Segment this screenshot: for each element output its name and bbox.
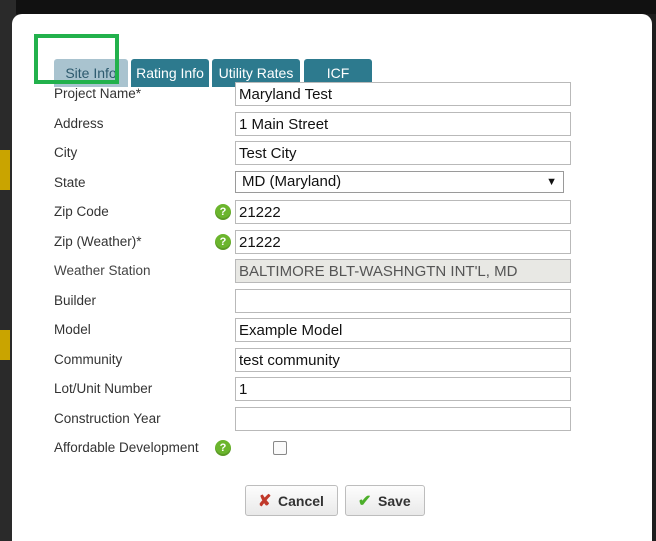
- project-name-row: Project Name*: [12, 82, 652, 106]
- zip-code-row: Zip Code ?: [12, 200, 652, 224]
- zip-code-input[interactable]: [235, 200, 571, 224]
- community-input[interactable]: [235, 348, 571, 372]
- state-select-value: MD (Maryland): [242, 173, 342, 190]
- project-name-input[interactable]: [235, 82, 571, 106]
- state-label: State: [54, 175, 86, 190]
- city-row: City: [12, 141, 652, 165]
- model-label: Model: [54, 322, 91, 337]
- state-row: State MD (Maryland) ▼: [12, 171, 652, 195]
- model-row: Model: [12, 318, 652, 342]
- cancel-button-label: Cancel: [278, 493, 324, 509]
- save-button-label: Save: [378, 493, 411, 509]
- community-row: Community: [12, 348, 652, 372]
- zip-code-label: Zip Code: [54, 204, 109, 219]
- builder-row: Builder: [12, 289, 652, 313]
- state-select[interactable]: MD (Maryland) ▼: [235, 171, 564, 193]
- weather-station-row: Weather Station: [12, 259, 652, 283]
- construction-year-input[interactable]: [235, 407, 571, 431]
- affordable-row: Affordable Development ?: [12, 436, 652, 460]
- address-input[interactable]: [235, 112, 571, 136]
- construction-year-label: Construction Year: [54, 411, 161, 426]
- save-button[interactable]: ✔ Save: [345, 485, 425, 516]
- background-accent: [0, 330, 10, 360]
- affordable-checkbox[interactable]: [273, 441, 287, 455]
- help-icon[interactable]: ?: [215, 440, 231, 456]
- builder-input[interactable]: [235, 289, 571, 313]
- weather-station-field: [235, 259, 571, 283]
- background-top: [0, 0, 656, 14]
- weather-station-label: Weather Station: [54, 263, 151, 278]
- construction-year-row: Construction Year: [12, 407, 652, 431]
- site-info-dialog: Site Info Rating Info Utility Rates ICF …: [12, 14, 652, 541]
- affordable-label: Affordable Development: [54, 440, 199, 455]
- help-icon[interactable]: ?: [215, 234, 231, 250]
- cancel-button[interactable]: ✘ Cancel: [245, 485, 338, 516]
- address-label: Address: [54, 116, 104, 131]
- model-input[interactable]: [235, 318, 571, 342]
- help-icon[interactable]: ?: [215, 204, 231, 220]
- zip-weather-row: Zip (Weather)* ?: [12, 230, 652, 254]
- x-icon: ✘: [258, 493, 272, 510]
- address-row: Address: [12, 112, 652, 136]
- zip-weather-input[interactable]: [235, 230, 571, 254]
- city-label: City: [54, 145, 78, 160]
- chevron-down-icon: ▼: [546, 176, 557, 188]
- lot-unit-label: Lot/Unit Number: [54, 381, 153, 396]
- zip-weather-label: Zip (Weather)*: [54, 234, 142, 249]
- lot-unit-row: Lot/Unit Number: [12, 377, 652, 401]
- city-input[interactable]: [235, 141, 571, 165]
- builder-label: Builder: [54, 293, 97, 308]
- project-name-label: Project Name*: [54, 86, 142, 101]
- checkmark-icon: ✔: [358, 493, 372, 510]
- community-label: Community: [54, 352, 123, 367]
- background-accent: [0, 150, 10, 190]
- lot-unit-input[interactable]: [235, 377, 571, 401]
